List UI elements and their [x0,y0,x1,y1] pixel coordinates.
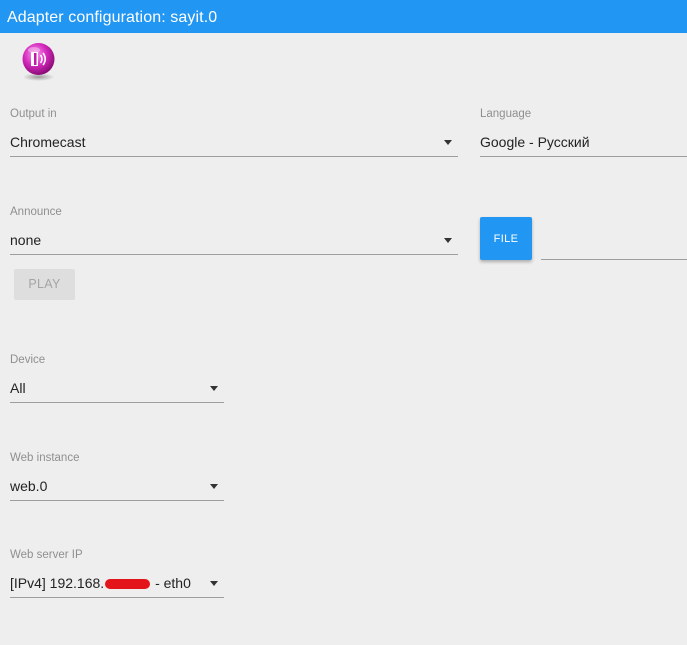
redaction-mark [105,579,151,589]
chevron-down-icon [210,484,218,489]
web-server-ip-suffix: - eth0 [151,575,191,591]
window-title: Adapter configuration: sayit.0 [0,0,687,33]
announce-value: none [10,232,42,248]
device-label: Device [10,354,46,366]
web-server-ip-label: Web server IP [10,549,83,561]
web-server-ip-underline [10,597,224,598]
chevron-down-icon [210,581,218,586]
announce-label: Announce [10,206,62,218]
language-value: Google - Русский [480,134,590,150]
chevron-down-icon [210,386,218,391]
announce-underline [10,254,458,255]
file-input[interactable] [541,259,687,260]
chevron-down-icon [444,238,452,243]
file-button[interactable]: FILE [480,217,532,260]
output-label: Output in [10,108,57,120]
web-instance-label: Web instance [10,452,80,464]
web-instance-select[interactable]: Web instance web.0 [10,452,224,508]
web-server-ip-value: [IPv4] 192.168. - eth0 [10,575,191,591]
language-underline [480,156,687,157]
language-label: Language [480,108,532,120]
output-underline [10,156,458,157]
web-server-ip-prefix: [IPv4] 192.168. [10,575,105,591]
output-value: Chromecast [10,134,86,150]
output-select[interactable]: Output in Chromecast [10,108,458,164]
device-value: All [10,380,26,396]
device-select[interactable]: Device All [10,354,224,410]
announce-select[interactable]: Announce none [10,206,458,262]
language-select[interactable]: Language Google - Русский [480,108,687,164]
sayit-logo-icon [18,41,59,82]
play-button[interactable]: PLAY [14,269,75,300]
web-instance-value: web.0 [10,478,48,494]
web-server-ip-select[interactable]: Web server IP [IPv4] 192.168. - eth0 [10,549,224,605]
chevron-down-icon [444,140,452,145]
web-instance-underline [10,500,224,501]
device-underline [10,402,224,403]
